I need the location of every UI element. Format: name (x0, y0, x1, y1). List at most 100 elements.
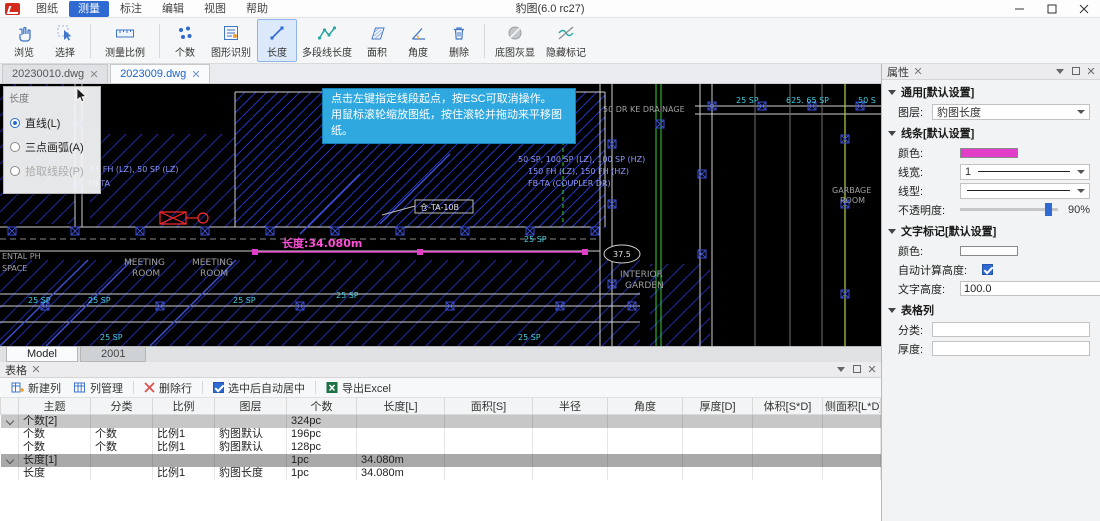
chevron-down-icon (1077, 170, 1085, 174)
close-button[interactable] (1068, 0, 1100, 17)
area-hatch-icon (368, 23, 386, 43)
line-type-select[interactable] (960, 183, 1090, 199)
properties-panel: 属性 通用[默认设置] 图层: 豹图长度 线条[默认设置] 颜色: (882, 64, 1100, 521)
svg-text:FB-TA (COUPLER DR): FB-TA (COUPLER DR) (528, 179, 611, 188)
option-three-point-arc[interactable]: 三点画弧(A) (4, 135, 100, 159)
svg-text:25 SP: 25 SP (524, 235, 547, 244)
svg-text:05 FH (LZ), 50 SP (LZ): 05 FH (LZ), 50 SP (LZ) (90, 165, 179, 174)
layout-tab-bar: Model 2001 (0, 346, 881, 362)
table-group-row[interactable]: 个数[2] 324pc (1, 415, 881, 429)
opacity-slider[interactable] (960, 208, 1058, 211)
menu-edit[interactable]: 编辑 (153, 1, 193, 17)
menu-annotate[interactable]: 标注 (111, 1, 151, 17)
table-group-row[interactable]: 长度[1] 1pc 34.080m (1, 454, 881, 467)
svg-text:ENTAL PH: ENTAL PH (2, 252, 41, 261)
section-text-mark[interactable]: 文字标记[默认设置] (882, 219, 1100, 241)
svg-text:INTERIOR: INTERIOR (620, 270, 663, 280)
menu-drawing[interactable]: 图纸 (27, 1, 67, 17)
menu-view[interactable]: 视图 (195, 1, 235, 17)
text-color-swatch[interactable] (960, 246, 1018, 256)
option-pick-segment[interactable]: 拾取线段(P) (4, 159, 100, 183)
close-icon[interactable] (1088, 66, 1095, 78)
table-header-row: 主题 分类 比例 图层 个数 长度[L] 面积[S] 半径 角度 厚度[D] 体… (1, 398, 881, 415)
field-opacity: 不透明度: 90% (882, 200, 1100, 219)
opacity-value: 90% (1068, 204, 1090, 216)
panel-float-icon[interactable] (1072, 66, 1080, 78)
main-area: 20230010.dwg 2023009.dwg (0, 64, 1100, 521)
tool-hide-marks[interactable]: 隐藏标记 (541, 19, 591, 62)
svg-text:25 SP: 25 SP (336, 291, 359, 300)
tool-count[interactable]: 个数 (165, 19, 205, 62)
gray-basemap-icon (506, 23, 524, 43)
text-height-input[interactable] (960, 281, 1100, 296)
svg-text:25 SP: 25 SP (233, 296, 256, 305)
svg-text:150 FH (LZ), 150 FH (HZ): 150 FH (LZ), 150 FH (HZ) (528, 167, 629, 176)
svg-text:ROOM: ROOM (200, 269, 228, 279)
tab-2001[interactable]: 2001 (80, 347, 146, 362)
radio-icon (10, 166, 20, 176)
layer-select[interactable]: 豹图长度 (932, 104, 1090, 120)
section-table-column[interactable]: 表格列 (882, 298, 1100, 320)
tool-delete[interactable]: 删除 (439, 19, 479, 62)
svg-text:50 S: 50 S (858, 96, 876, 105)
panel-menu-icon[interactable] (1056, 66, 1064, 78)
tab-close-icon[interactable] (193, 71, 200, 78)
close-icon[interactable] (915, 68, 922, 75)
minimize-button[interactable] (1004, 0, 1036, 17)
maximize-button[interactable] (1036, 0, 1068, 17)
field-category: 分类: (882, 320, 1100, 339)
expand-icon[interactable] (5, 456, 13, 464)
table-row[interactable]: 个数 个数 比例1 豹图默认 128pc (1, 441, 881, 454)
line-width-select[interactable]: 1 (960, 164, 1090, 180)
tab-close-icon[interactable] (91, 71, 98, 78)
category-input[interactable] (932, 322, 1090, 337)
close-icon[interactable] (33, 366, 40, 373)
tab-model[interactable]: Model (6, 347, 78, 362)
menu-bar: 图纸 测量 标注 编辑 视图 帮助 (27, 1, 277, 17)
slider-handle[interactable] (1045, 203, 1052, 216)
section-line[interactable]: 线条[默认设置] (882, 121, 1100, 143)
tool-polyline-length[interactable]: 多段线长度 (298, 19, 356, 62)
panel-menu-icon[interactable] (837, 364, 845, 376)
tool-shape-recognition[interactable]: 图形识别 (206, 19, 256, 62)
doc-tab-20230010[interactable]: 20230010.dwg (2, 64, 108, 83)
tool-length[interactable]: 长度 (257, 19, 297, 62)
new-column-button[interactable]: 新建列 (6, 379, 66, 397)
svg-text:50 SP, 100 SP (LZ), 100 SP (HZ: 50 SP, 100 SP (LZ), 100 SP (HZ) (518, 155, 645, 164)
section-general[interactable]: 通用[默认设置] (882, 80, 1100, 102)
svg-text:25 SP: 25 SP (100, 333, 123, 342)
svg-text:MEETING: MEETING (192, 258, 233, 268)
field-line-color: 颜色: (882, 143, 1100, 162)
close-icon[interactable] (869, 364, 876, 376)
auto-center-toggle[interactable]: 选中后自动居中 (208, 379, 310, 397)
table-row[interactable]: 长度 比例1 豹图长度 1pc 34.080m (1, 467, 881, 480)
menu-help[interactable]: 帮助 (237, 1, 277, 17)
panel-float-icon[interactable] (853, 364, 861, 376)
tool-measure-scale[interactable]: 测量比例 (96, 19, 154, 62)
tool-browse[interactable]: 浏览 (4, 19, 44, 62)
svg-text:25 SP: 25 SP (518, 333, 541, 342)
delete-row-button[interactable]: 删除行 (139, 379, 197, 397)
menu-measure[interactable]: 测量 (69, 1, 109, 17)
column-manage-button[interactable]: 列管理 (68, 379, 128, 397)
auto-height-checkbox[interactable] (982, 264, 993, 275)
thickness-input[interactable] (932, 341, 1090, 356)
hide-marks-icon (556, 23, 576, 43)
option-line[interactable]: 直线(L) (4, 111, 100, 135)
doc-tab-2023009[interactable]: 2023009.dwg (110, 64, 210, 83)
trash-icon (450, 23, 468, 43)
export-excel-button[interactable]: 导出Excel (321, 379, 396, 397)
tool-area[interactable]: 面积 (357, 19, 397, 62)
line-color-swatch[interactable] (960, 148, 1018, 158)
table-row[interactable]: 个数 个数 比例1 豹图默认 196pc (1, 428, 881, 441)
left-column: 20230010.dwg 2023009.dwg (0, 64, 882, 521)
shape-list-icon (222, 23, 240, 43)
expand-icon[interactable] (5, 417, 13, 425)
svg-text:SPACE: SPACE (2, 264, 27, 273)
cad-viewport[interactable]: MEETING ROOM MEETING ROOM INTERIOR GARDE… (0, 84, 881, 346)
tool-angle[interactable]: 角度 (398, 19, 438, 62)
mouse-cursor-icon (76, 87, 88, 103)
tool-select[interactable]: 选择 (45, 19, 85, 62)
tool-basemap-gray[interactable]: 底图灰显 (490, 19, 540, 62)
measurement-table: 主题 分类 比例 图层 个数 长度[L] 面积[S] 半径 角度 厚度[D] 体… (0, 398, 881, 480)
